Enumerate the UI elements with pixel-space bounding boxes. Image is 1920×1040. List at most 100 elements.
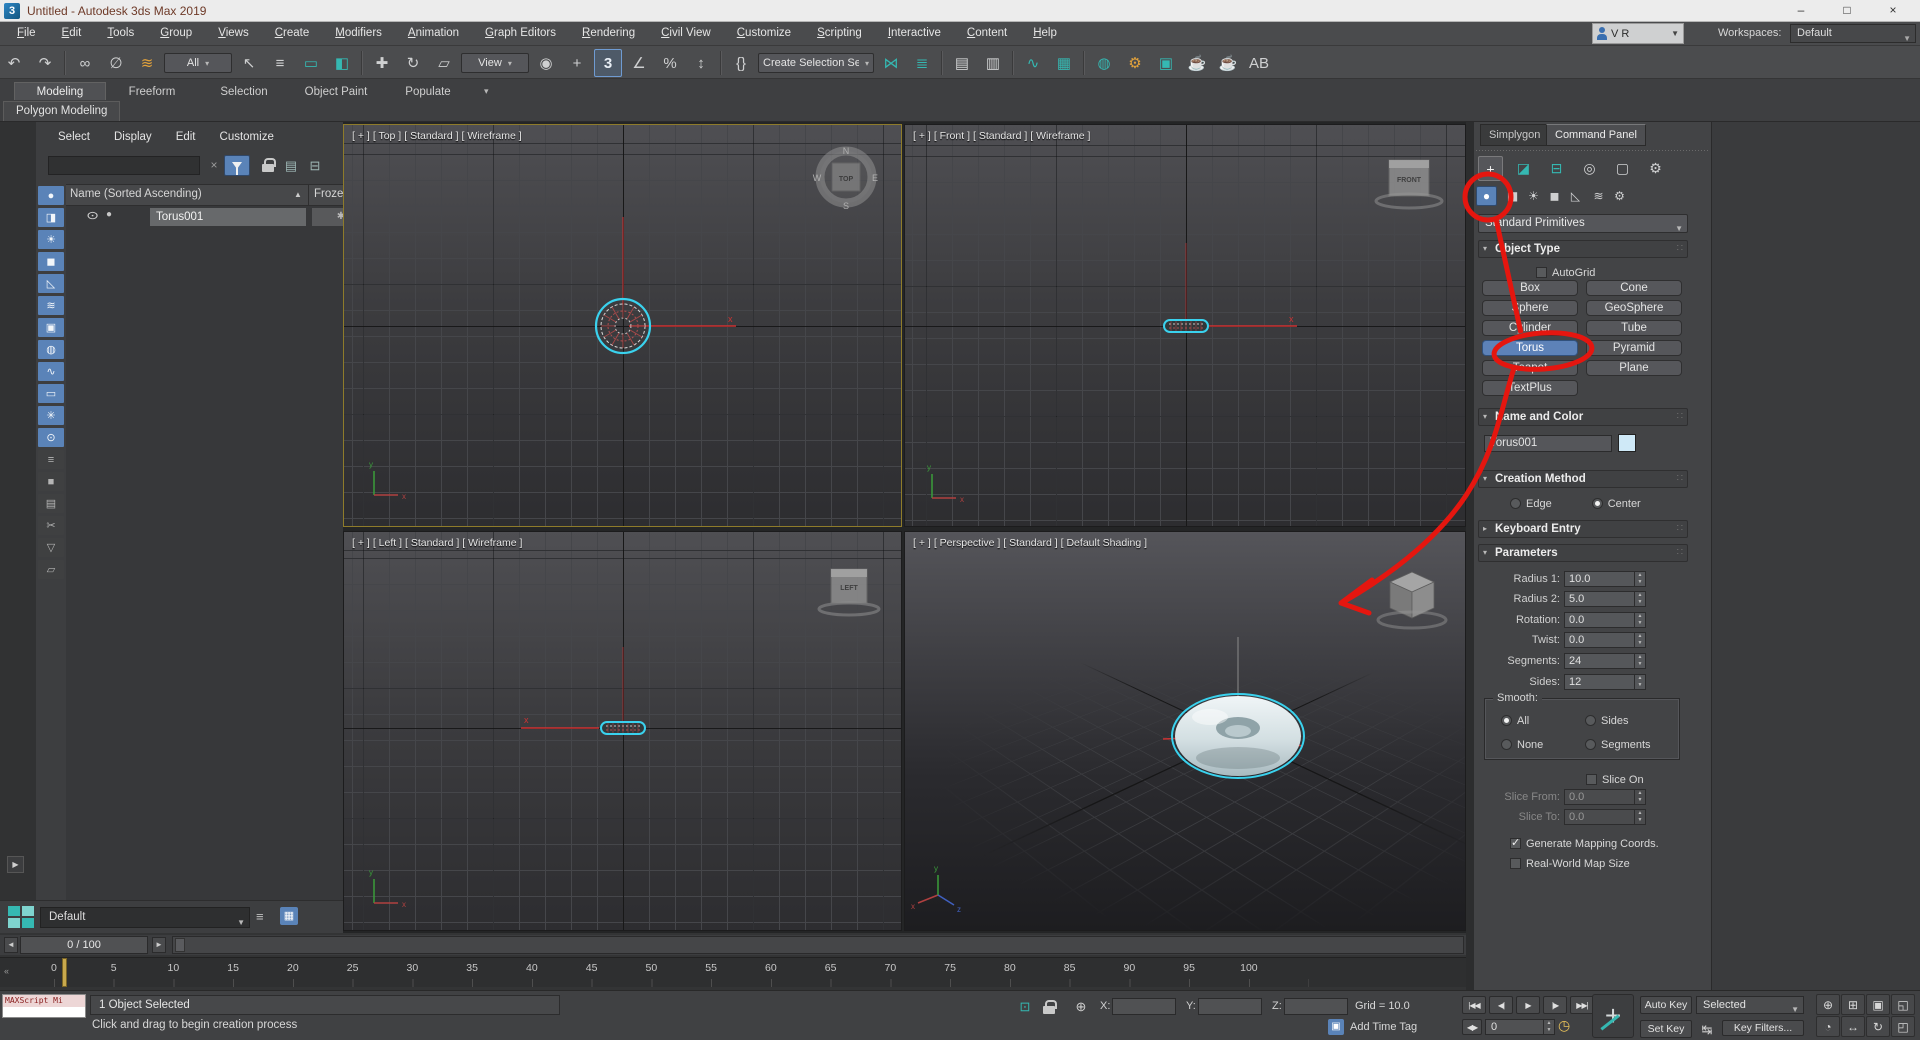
explorer-menu-select[interactable]: Select [58, 131, 90, 143]
explorer-column-header[interactable]: Name (Sorted Ascending) ▲ Frozen [66, 184, 343, 206]
object-color-swatch[interactable] [1618, 434, 1636, 452]
zoom-extents-icon[interactable]: ▣ [1866, 994, 1890, 1015]
track-handle[interactable] [175, 938, 185, 952]
go-to-end-button[interactable]: ▶▶| [1570, 996, 1594, 1014]
next-frame-arrow[interactable]: ► [152, 937, 166, 953]
smooth-all-radio[interactable]: All [1501, 711, 1585, 729]
menu-tools[interactable]: Tools [94, 22, 147, 45]
segments-spinner[interactable]: Segments:24▲▼ [1476, 652, 1686, 669]
frame-nudge-icon[interactable]: ◀▶ [1462, 1019, 1482, 1035]
zoom-region-icon[interactable]: ◱ [1891, 994, 1915, 1015]
node-name[interactable]: Torus001 [150, 208, 306, 226]
menu-views[interactable]: Views [205, 22, 261, 45]
rollout-creation-method[interactable]: ▾Creation Method∷ [1478, 470, 1688, 488]
viewport-label[interactable]: [ Front ] [934, 130, 970, 142]
auto-key-button[interactable]: Auto Key [1640, 996, 1692, 1014]
render-production-icon[interactable]: ☕ [1183, 49, 1211, 77]
viewport-label[interactable]: [ Standard ] [405, 537, 459, 549]
smooth-sides-radio[interactable]: Sides [1585, 711, 1669, 729]
cameras-category-icon[interactable]: ◼ [1544, 186, 1565, 206]
geometry-category-icon[interactable]: ● [1476, 186, 1497, 206]
viewport-label[interactable]: [ Wireframe ] [1030, 130, 1090, 142]
visibility-eye-icon[interactable]: ⊙ [86, 209, 99, 222]
absolute-mode-icon[interactable]: ⊕ [1072, 998, 1090, 1016]
autogrid-checkbox[interactable] [1536, 267, 1547, 278]
viewport-top[interactable]: [ + ][ Top ][ Standard ][ Wireframe ] x … [343, 124, 902, 527]
named-selection-dropdown[interactable]: Create Selection Se▾ [758, 53, 874, 73]
rectangular-selection-region-icon[interactable]: ▭ [297, 49, 325, 77]
explorer-menu-customize[interactable]: Customize [220, 131, 274, 143]
folder-icon[interactable]: ▱ [38, 560, 64, 579]
cylinder-button[interactable]: Cylinder [1482, 320, 1578, 336]
clear-search-icon[interactable]: × [206, 156, 222, 175]
display-shapes-icon[interactable]: ◨ [38, 208, 64, 227]
toggle-key-mode-button[interactable]: + [1592, 994, 1634, 1038]
display-containers-icon[interactable]: ▭ [38, 384, 64, 403]
time-slider-handle[interactable]: 0 / 100 [20, 936, 148, 954]
zoom-icon[interactable]: ⊕ [1816, 994, 1840, 1015]
viewport-front[interactable]: [ + ][ Front ][ Standard ][ Wireframe ] … [904, 124, 1466, 527]
field-of-view-icon[interactable]: ◔ [1816, 1016, 1840, 1037]
go-to-start-button[interactable]: |◀◀ [1462, 996, 1486, 1014]
rollout-parameters[interactable]: ▾Parameters∷ [1478, 544, 1688, 562]
selection-lock-icon[interactable] [1040, 998, 1058, 1016]
add-time-tag-label[interactable]: Add Time Tag [1350, 1021, 1417, 1033]
schematic-view-icon[interactable]: ▦ [1050, 49, 1078, 77]
real-world-checkbox[interactable] [1510, 858, 1521, 869]
pick-parent-icon[interactable]: ▤ [282, 155, 300, 176]
display-hidden-icon[interactable]: ⊙ [38, 428, 64, 447]
search-filter-button[interactable] [224, 155, 250, 176]
zoom-all-icon[interactable]: ⊞ [1841, 994, 1865, 1015]
time-configuration-icon[interactable]: ◷ [1558, 1017, 1570, 1034]
list-view-icon[interactable]: ≡ [38, 450, 64, 469]
render-iterative-icon[interactable]: ☕ [1214, 49, 1242, 77]
tab-object-paint[interactable]: Object Paint [290, 83, 382, 100]
spinner-snap-icon[interactable]: ↕ [687, 49, 715, 77]
ribbon-overflow-icon[interactable]: ▾ [474, 86, 499, 100]
systems-category-icon[interactable]: ⚙ [1609, 186, 1630, 206]
time-slider-track[interactable] [172, 936, 1464, 954]
menu-help[interactable]: Help [1020, 22, 1070, 45]
minimize-button[interactable]: – [1778, 0, 1824, 22]
unlink-selection-icon[interactable]: ∅ [102, 49, 130, 77]
select-and-move-icon[interactable]: ✚ [368, 49, 396, 77]
spacewarps-category-icon[interactable]: ≋ [1588, 186, 1609, 206]
tab-command-panel[interactable]: Command Panel [1546, 124, 1646, 146]
display-spacewarps-icon[interactable]: ≋ [38, 296, 64, 315]
isolate-selection-icon[interactable]: ⊡ [1016, 998, 1034, 1016]
toolbar-separator[interactable] [1012, 51, 1014, 75]
radius2-spinner[interactable]: Radius 2:5.0▲▼ [1476, 591, 1686, 608]
autogrid-row[interactable]: AutoGrid [1536, 263, 1595, 281]
workspace-dropdown[interactable]: Default▼ [1790, 24, 1916, 43]
select-by-name-icon[interactable]: ≡ [266, 49, 294, 77]
viewport-label[interactable]: [ + ] [352, 537, 370, 549]
next-frame-button[interactable]: |▶ [1543, 996, 1567, 1014]
menu-modifiers[interactable]: Modifiers [322, 22, 395, 45]
plane-button[interactable]: Plane [1586, 360, 1682, 376]
viewport-label[interactable]: [ + ] [913, 130, 931, 142]
object-name-field[interactable]: Torus001 [1484, 435, 1612, 452]
hierarchy-tab-icon[interactable]: ⊟ [1544, 156, 1569, 181]
x-coordinate-field[interactable] [1112, 998, 1176, 1015]
twist-spinner[interactable]: Twist:0.0▲▼ [1476, 632, 1686, 649]
bind-to-space-warp-icon[interactable]: ≋ [133, 49, 161, 77]
menu-group[interactable]: Group [147, 22, 205, 45]
toolbar-separator[interactable] [941, 51, 943, 75]
track-bar[interactable]: ‹‹ 0510152025303540455055606570758085909… [0, 957, 1466, 987]
display-bones-icon[interactable]: ∿ [38, 362, 64, 381]
radius1-spinner[interactable]: Radius 1:10.0▲▼ [1476, 570, 1686, 587]
maximize-viewport-icon[interactable]: ◰ [1891, 1016, 1915, 1037]
real-world-row[interactable]: Real-World Map Size [1510, 854, 1630, 872]
menu-scripting[interactable]: Scripting [804, 22, 875, 45]
align-icon[interactable]: ≣ [908, 49, 936, 77]
viewport-label[interactable]: [ Standard ] [404, 130, 458, 142]
display-cameras-icon[interactable]: ◼ [38, 252, 64, 271]
rotation-spinner[interactable]: Rotation:0.0▲▼ [1476, 611, 1686, 628]
rollout-object-type[interactable]: ▾Object Type∷ [1478, 240, 1688, 258]
table-row[interactable]: ⊙ ● Torus001 ✱ [66, 206, 343, 228]
menu-edit[interactable]: Edit [49, 22, 95, 45]
toolbar-separator[interactable] [720, 51, 722, 75]
create-tab-icon[interactable]: + [1478, 156, 1503, 181]
material-editor-icon[interactable]: ◍ [1090, 49, 1118, 77]
menu-customize[interactable]: Customize [724, 22, 804, 45]
